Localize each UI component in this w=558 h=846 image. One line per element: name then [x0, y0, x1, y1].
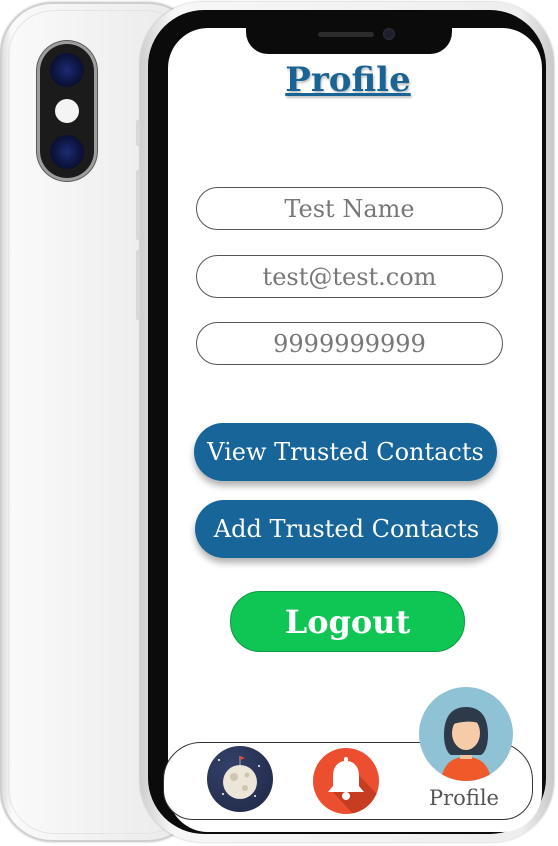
front-camera-icon — [383, 28, 395, 40]
phone-field[interactable] — [196, 322, 503, 365]
add-trusted-contacts-button[interactable]: Add Trusted Contacts — [195, 500, 498, 558]
view-trusted-contacts-button[interactable]: View Trusted Contacts — [194, 423, 497, 481]
nav-item-moon[interactable] — [207, 746, 273, 812]
nav-item-notifications[interactable] — [313, 748, 379, 814]
nav-label-profile: Profile — [429, 786, 499, 810]
nav-item-profile[interactable] — [419, 687, 513, 781]
rear-camera-module — [40, 44, 94, 178]
volume-up-button — [136, 170, 140, 240]
moon-icon — [218, 756, 260, 799]
name-field[interactable] — [196, 187, 503, 230]
phone-notch — [246, 20, 452, 54]
logout-button[interactable]: Logout — [230, 591, 465, 652]
camera-lens-icon — [50, 53, 84, 87]
camera-flash-icon — [55, 99, 79, 123]
profile-avatar-icon — [441, 707, 491, 781]
email-field[interactable] — [196, 255, 503, 298]
camera-lens-icon — [50, 135, 84, 169]
earpiece-speaker — [318, 32, 374, 37]
bell-icon — [328, 757, 379, 814]
page-title: Profile — [285, 60, 411, 100]
mute-switch — [136, 120, 140, 146]
volume-down-button — [136, 250, 140, 320]
